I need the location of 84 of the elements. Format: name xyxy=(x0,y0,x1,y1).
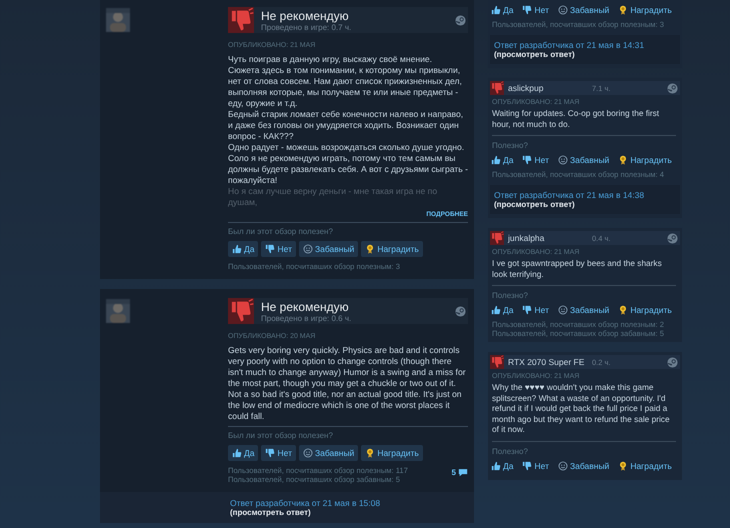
thumbs-up-icon xyxy=(491,155,501,165)
yes-button[interactable]: Да xyxy=(488,303,516,317)
thumbs-up-icon xyxy=(491,5,501,15)
helpful-prompt: Полезно? xyxy=(492,291,528,300)
award-ribbon-icon xyxy=(618,155,628,165)
thumbs-down-icon xyxy=(490,81,504,95)
yes-button[interactable]: Да xyxy=(488,3,516,17)
no-button[interactable]: Нет xyxy=(519,303,552,317)
thumbs-down-icon xyxy=(490,355,504,369)
developer-response-link[interactable]: Ответ разработчика от 21 мая в 14:31 xyxy=(494,40,644,50)
review-text: Бедный старик ломает себе конечности налево и направо, и даже без головы он умудряется ходить. Возникает один вопрос - КАК??? xyxy=(228,109,464,142)
funny-button[interactable]: Забавный xyxy=(554,458,612,472)
thumbs-down-icon xyxy=(265,448,276,458)
no-button[interactable]: Нет xyxy=(261,241,296,257)
smiley-icon xyxy=(558,305,568,315)
comments-link[interactable]: 5 xyxy=(452,468,468,477)
steam-icon xyxy=(455,306,466,316)
steam-icon xyxy=(455,14,466,26)
thumbs-down-icon xyxy=(522,5,532,15)
review-text: Waiting for updates. Co-op got boring the first hour, not much to do. xyxy=(492,108,660,129)
award-button[interactable]: Наградить xyxy=(615,153,675,167)
no-button[interactable]: Нет xyxy=(261,445,296,461)
thumbs-down-icon xyxy=(522,460,532,470)
helpful-prompt: Был ли этот обзор полезен? xyxy=(228,431,333,440)
funny-button[interactable]: Забавный xyxy=(554,3,612,17)
recommendation-title: Не рекомендую xyxy=(261,8,350,22)
helpful-prompt: Был ли этот обзор полезен? xyxy=(228,227,333,236)
review-text: Одно радует - можешь возрождаться сколько душе угодно. xyxy=(228,142,466,153)
funny-button[interactable]: Забавный xyxy=(298,445,358,461)
funny-button[interactable]: Забавный xyxy=(298,241,358,257)
author-name: aslickpup xyxy=(508,83,544,93)
award-ribbon-icon xyxy=(365,448,376,458)
review-text: Но я сам лучше верну деньги - мне такая игра не по душам, xyxy=(228,186,438,208)
developer-response-link[interactable]: Ответ разработчика от 21 мая в 14:38 xyxy=(494,190,644,200)
author-name: junkalpha xyxy=(508,233,546,243)
thumbs-down-icon xyxy=(228,7,254,33)
view-response-link[interactable]: (просмотреть ответ) xyxy=(230,508,311,517)
thumbs-up-icon xyxy=(491,460,501,470)
review-text: I ve got spawntrapped by bees and the sharks look terrifying. xyxy=(492,258,663,279)
funny-button[interactable]: Забавный xyxy=(554,153,612,167)
thumbs-up-icon xyxy=(232,244,242,254)
review-text: Why the ♥♥♥♥ wouldn't you make this game splitscreen? What a waste of an opportunity. I'd refund it if I would get back the full price I paid a month ago but they want to refund the sale price of it now. xyxy=(492,382,671,434)
yes-button[interactable]: Да xyxy=(228,241,258,257)
award-button[interactable]: Наградить xyxy=(615,458,675,472)
thumbs-down-icon xyxy=(522,305,532,315)
funny-button[interactable]: Забавный xyxy=(554,303,612,317)
helpful-prompt: Полезно? xyxy=(492,446,528,456)
thumbs-up-icon xyxy=(232,448,242,458)
yes-button[interactable]: Да xyxy=(488,458,516,472)
thumbs-down-icon xyxy=(522,155,532,165)
view-response-link[interactable]: (просмотреть ответ) xyxy=(494,50,575,59)
no-button[interactable]: Нет xyxy=(519,458,552,472)
thumbs-down-icon xyxy=(490,231,504,245)
view-response-link[interactable]: (просмотреть ответ) xyxy=(494,200,575,209)
no-button[interactable]: Нет xyxy=(519,3,552,17)
smiley-icon xyxy=(302,448,313,458)
smiley-icon xyxy=(558,460,568,470)
yes-button[interactable]: Да xyxy=(488,153,516,167)
award-button[interactable]: Наградить xyxy=(361,241,423,257)
review-text: Сюжета здесь в том понимании, к которому мы привыкли, нет от слова совсем. Нам дают список прижизненных дел, выполняя которые, мы получаем те или иные предметы - еду, оружие и т.д. xyxy=(228,65,463,109)
review-text: Чуть поиграв в данную игру, выскажу своё мнение. xyxy=(228,54,434,65)
smiley-icon xyxy=(558,155,568,165)
author-name: RTX 2070 Super FE xyxy=(508,357,586,367)
thumbs-down-icon xyxy=(228,298,254,324)
award-ribbon-icon xyxy=(618,460,628,470)
award-button[interactable]: Наградить xyxy=(615,303,675,317)
award-ribbon-icon xyxy=(365,244,376,254)
review-text: Gets very boring very quickly. Physics are bad and it controls very poorly with no option to change controls (though there isn't much to change anyway) Humor is a swing and a miss for the most part, though you may get a chuckle or two out of it. Not a so bad it's good title, nor an actual good title. It's just on the low end of mediocre which is one of the worst places it could fall. xyxy=(228,345,467,422)
award-button[interactable]: Наградить xyxy=(361,445,423,461)
recommendation-title: Не рекомендую xyxy=(261,300,350,314)
award-button[interactable]: Наградить xyxy=(615,3,675,17)
thumbs-up-icon xyxy=(491,305,501,315)
developer-response-link[interactable]: Ответ разработчика от 21 мая в 15:08 xyxy=(230,498,380,508)
no-button[interactable]: Нет xyxy=(519,153,552,167)
playtime-text: Проведено в игре: 0.7 ч. xyxy=(261,22,352,32)
review-text: Соло я не рекомендую играть, потому что тем самым вы должны будете развлекать себя. А вот с друзьями сыграть - пожалуйста! xyxy=(228,153,468,186)
smiley-icon xyxy=(558,5,568,15)
thumbs-down-icon xyxy=(265,244,276,254)
award-ribbon-icon xyxy=(618,305,628,315)
smiley-icon xyxy=(302,244,313,254)
award-ribbon-icon xyxy=(618,5,628,15)
yes-button[interactable]: Да xyxy=(228,445,258,461)
helpful-prompt: Полезно? xyxy=(492,141,528,150)
playtime-text: Проведено в игре: 0.6 ч. xyxy=(261,314,352,322)
